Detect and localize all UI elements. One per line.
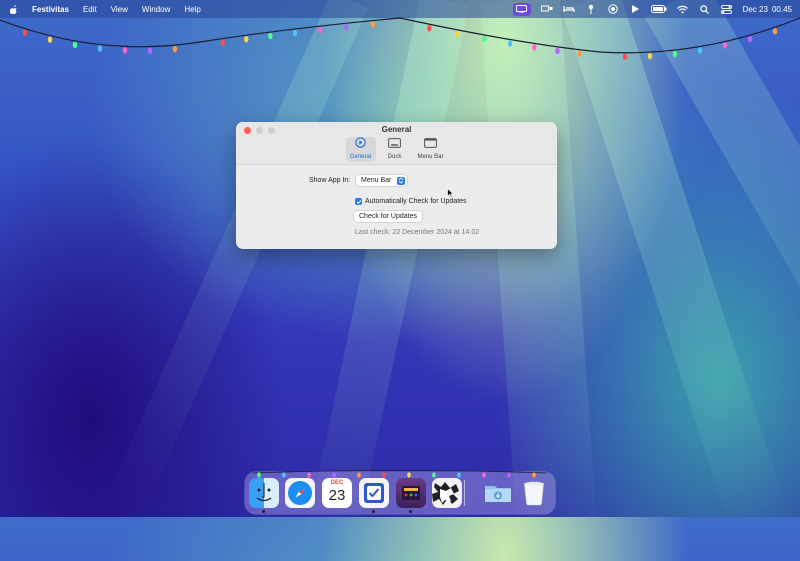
dock-separator [464, 480, 465, 506]
dock-light-bulb [432, 472, 436, 478]
display-icon[interactable] [540, 4, 553, 14]
search-icon[interactable] [699, 4, 711, 14]
show-app-label: Show App In: [309, 177, 351, 184]
menu-help[interactable]: Help [184, 5, 200, 14]
downloads-folder-icon[interactable] [483, 478, 513, 508]
light-bulb [747, 35, 753, 43]
dock-light-bulb [382, 472, 386, 478]
light-bulb [532, 44, 537, 51]
dock-icon [388, 135, 401, 153]
light-bulb [292, 29, 298, 37]
light-bulb [577, 50, 582, 57]
record-icon[interactable] [607, 4, 619, 14]
dock-light-bulb [482, 472, 486, 478]
wallpaper-rays [0, 0, 800, 561]
menu-edit[interactable]: Edit [83, 5, 97, 14]
dock-light-bulb [307, 472, 311, 478]
tab-menu-bar-label: Menu Bar [417, 154, 444, 160]
light-bulb [344, 24, 349, 31]
window-titlebar[interactable]: General General Dock Menu Bar [236, 122, 557, 165]
bed-icon[interactable] [563, 4, 575, 14]
light-bulb [22, 29, 28, 36]
light-bulb [455, 30, 460, 38]
festivitas-running-indicator [409, 510, 412, 513]
last-check-text: Last check: 22 December 2024 at 14.02 [355, 229, 480, 236]
mouse-cursor-icon [447, 185, 455, 203]
control-center-icon[interactable] [721, 4, 733, 14]
light-bulb [268, 32, 273, 40]
dock: DEC 23 [245, 470, 555, 514]
light-bulb [244, 36, 249, 43]
preferences-window: General General Dock Menu Bar Show App I… [236, 122, 557, 249]
calendar-icon[interactable]: DEC 23 [322, 478, 352, 508]
auto-check-checkbox[interactable] [355, 198, 362, 205]
light-bulb [772, 28, 778, 35]
toolbar-tabs: General Dock Menu Bar [236, 137, 557, 162]
apple-icon[interactable] [9, 4, 18, 14]
dock-light-bulb [507, 472, 511, 478]
show-app-value: Menu Bar [361, 177, 392, 184]
menu-view[interactable]: View [111, 5, 128, 14]
light-bulb [555, 47, 560, 55]
light-bulb [722, 42, 728, 49]
finder-running-indicator [262, 510, 265, 513]
calendar-month: DEC [330, 480, 344, 486]
chevron-updown-icon [397, 176, 406, 185]
light-bulb [220, 39, 226, 46]
reminders-running-indicator [372, 510, 375, 513]
light-bulb [622, 53, 628, 60]
menubar-clock[interactable]: Dec 23 00.45 [743, 5, 792, 14]
light-bulb [647, 52, 653, 60]
play-icon[interactable] [629, 4, 641, 14]
dock-light-bulb [357, 472, 361, 478]
battery-icon[interactable] [650, 4, 667, 14]
wifi-icon[interactable] [677, 4, 689, 14]
tab-dock[interactable]: Dock [380, 137, 410, 162]
light-bulb [672, 50, 678, 58]
clock-time: 00.45 [771, 4, 792, 14]
general-pane: Show App In: Menu Bar Automatically Chec… [236, 165, 557, 249]
dock-light-bulb [332, 472, 336, 478]
tab-general[interactable]: General [345, 135, 376, 162]
puzzle-app-icon[interactable] [432, 478, 462, 508]
reminders-icon[interactable] [359, 478, 389, 508]
light-bulb [370, 21, 376, 28]
light-bulb [697, 47, 703, 54]
light-bulb [72, 41, 78, 49]
finder-icon[interactable] [249, 478, 279, 508]
light-bulb [147, 47, 153, 54]
light-bulb [507, 40, 513, 47]
menu-bar-icon [424, 135, 437, 153]
light-bulb [482, 35, 487, 43]
gear-play-icon [355, 135, 366, 153]
pin-icon[interactable] [585, 4, 597, 14]
dock-light-bulb [457, 472, 461, 478]
light-bulb [427, 25, 432, 32]
show-app-popup[interactable]: Menu Bar [356, 175, 408, 186]
dock-light-bulb [257, 472, 261, 478]
festivitas-app-icon[interactable] [396, 478, 426, 508]
light-bulb [47, 36, 53, 43]
tab-general-label: General [349, 154, 372, 160]
tab-dock-label: Dock [387, 154, 402, 160]
trash-icon[interactable] [519, 478, 549, 508]
check-for-updates-button[interactable]: Check for Updates [354, 211, 422, 222]
window-title: General [381, 125, 412, 134]
light-bulb [172, 45, 178, 53]
light-bulb [97, 45, 103, 52]
calendar-day: 23 [328, 487, 346, 504]
light-bulb [318, 26, 323, 34]
menu-app-name[interactable]: Festivitas [32, 5, 69, 14]
clock-date: Dec 23 [742, 4, 768, 14]
tab-menu-bar[interactable]: Menu Bar [414, 137, 448, 162]
dock-light-bulb [282, 472, 286, 478]
light-bulb [122, 47, 128, 54]
dock-light-bulb [532, 472, 536, 478]
safari-icon[interactable] [285, 478, 315, 508]
christmas-lights [0, 17, 800, 60]
menu-window[interactable]: Window [142, 5, 170, 14]
dock-light-bulb [407, 472, 411, 478]
